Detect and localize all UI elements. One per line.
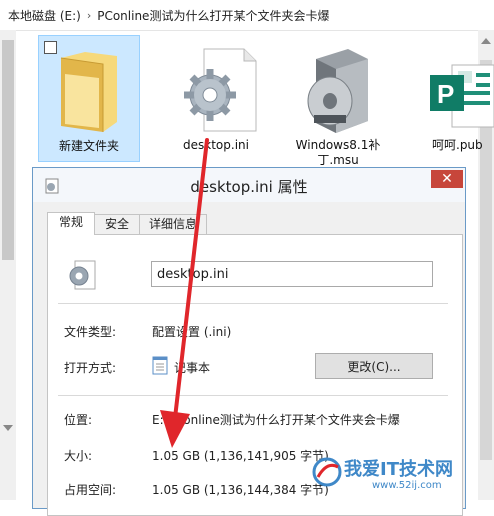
tab-details[interactable]: 详细信息 [139, 214, 207, 234]
watermark-logo-icon [312, 457, 342, 487]
file-item-desktop-ini[interactable]: desktop.ini [166, 35, 266, 160]
close-button[interactable]: ✕ [431, 170, 463, 188]
notepad-icon [152, 356, 168, 375]
location-value: E:\PConline测试为什么打开某个文件夹会卡爆 [152, 413, 400, 427]
size-on-disk-value: 1.05 GB (1,136,144,384 字节) [152, 483, 329, 497]
folder-icon [60, 52, 117, 132]
file-type-label: 文件类型: [64, 325, 117, 339]
watermark: 我爱IT技术网 www.52ij.com [312, 453, 482, 497]
open-with-value: 记事本 [174, 361, 211, 375]
breadcrumb-item-folder[interactable]: PConline测试为什么打开某个文件夹会卡爆 [97, 7, 329, 24]
breadcrumb-item-drive[interactable]: 本地磁盘 (E:) [8, 7, 81, 24]
divider [58, 395, 448, 396]
size-on-disk-label: 占用空间: [64, 483, 117, 497]
open-with-label: 打开方式: [64, 361, 117, 375]
file-label: 呵呵.pub [432, 138, 483, 152]
breadcrumb: 本地磁盘 (E:) › PConline测试为什么打开某个文件夹会卡爆 [0, 0, 494, 31]
size-label: 大小: [64, 449, 93, 463]
file-label: 新建文件夹 [58, 139, 119, 153]
dialog-titlebar[interactable]: desktop.ini 属性 ✕ [33, 168, 465, 202]
location-label: 位置: [64, 413, 93, 427]
scroll-down-arrow-icon[interactable] [3, 425, 13, 431]
settings-gear-file-icon [69, 260, 96, 290]
left-scrollbar[interactable] [0, 30, 16, 500]
breadcrumb-separator-icon: › [86, 8, 92, 22]
size-value: 1.05 GB (1,136,141,905 字节) [152, 449, 329, 463]
left-scrollbar-thumb[interactable] [2, 40, 14, 260]
settings-gear-file-icon [184, 48, 257, 132]
svg-text:P: P [437, 79, 454, 109]
file-label: Windows8.1补丁.msu [295, 138, 381, 167]
file-name-field[interactable]: desktop.ini [151, 261, 433, 287]
watermark-url: www.52ij.com [372, 480, 442, 491]
publisher-file-icon: P [430, 64, 494, 128]
watermark-text: 我爱IT技术网 [344, 459, 453, 480]
file-item-new-folder[interactable]: 新建文件夹 [38, 35, 140, 162]
tab-security[interactable]: 安全 [93, 214, 141, 234]
file-item-pub[interactable]: P 呵呵.pub [410, 35, 494, 160]
dialog-title: desktop.ini 属性 [190, 178, 308, 196]
file-label: desktop.ini [183, 138, 249, 152]
change-button[interactable]: 更改(C)... [315, 353, 433, 379]
divider [58, 303, 448, 304]
file-type-value: 配置设置 (.ini) [152, 325, 232, 339]
tab-general[interactable]: 常规 [47, 212, 95, 235]
file-item-windows-msu[interactable]: Windows8.1补丁.msu [288, 35, 388, 167]
installer-box-icon [307, 49, 368, 133]
